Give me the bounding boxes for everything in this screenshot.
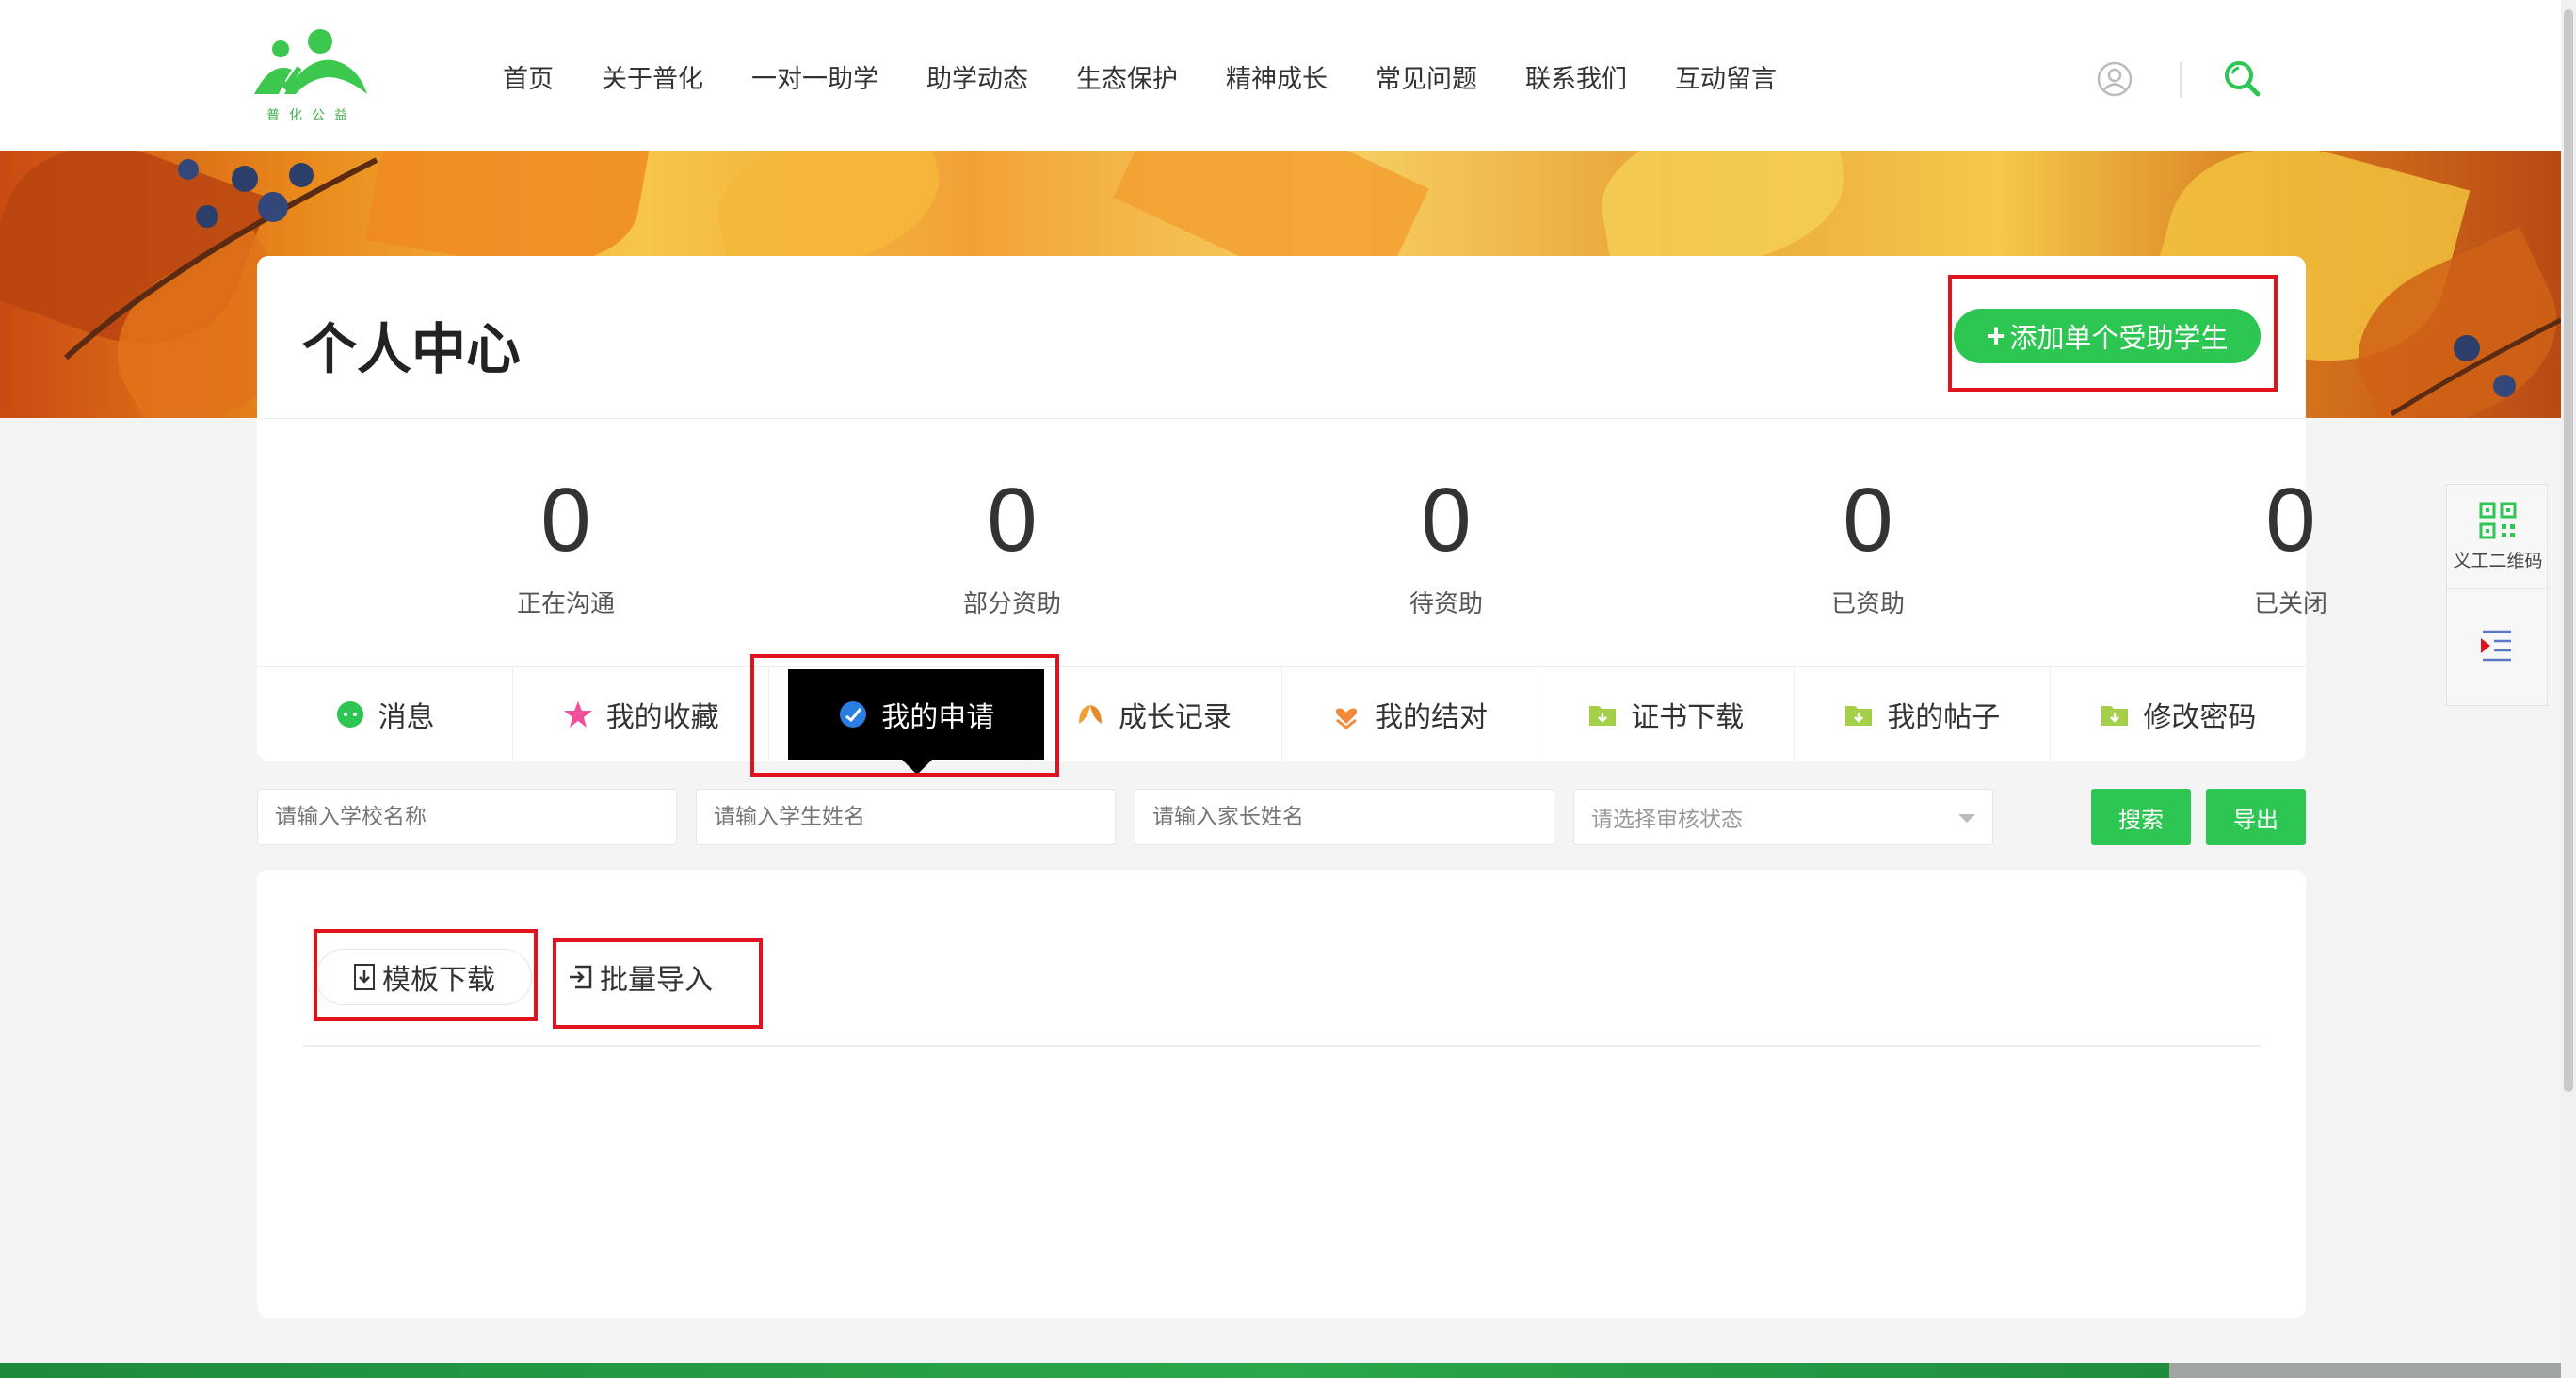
plus-icon: +: [1986, 316, 2006, 355]
profile-card: 个人中心 + 添加单个受助学生: [257, 256, 2306, 418]
tab-label: 我的帖子: [1887, 700, 2001, 734]
import-icon: [570, 965, 592, 989]
school-name-input[interactable]: [257, 789, 677, 845]
add-student-button[interactable]: + 添加单个受助学生: [1954, 309, 2261, 363]
side-float-panel: 义工二维码: [2446, 484, 2549, 706]
review-status-select[interactable]: 请选择审核状态: [1573, 789, 1993, 845]
tab-label: 修改密码: [2143, 700, 2257, 734]
nav-about[interactable]: 关于普化: [602, 58, 703, 95]
user-icon[interactable]: [2096, 60, 2133, 98]
folder-icon: [1845, 705, 1873, 726]
main-nav: 首页 关于普化 一对一助学 助学动态 生态保护 精神成长 常见问题 联系我们 互…: [503, 53, 1825, 100]
search-button[interactable]: 搜索: [2091, 789, 2191, 845]
tab-pairings[interactable]: 我的结对: [1282, 667, 1538, 761]
chevron-down-icon: [1958, 814, 1975, 823]
tab-label: 我的申请: [881, 701, 995, 734]
stat-value: 0: [1421, 470, 1472, 570]
tab-favorites[interactable]: 我的收藏: [513, 667, 770, 761]
parent-name-input[interactable]: [1135, 789, 1554, 845]
template-download-button[interactable]: 模板下载: [315, 949, 532, 1005]
batch-import-button[interactable]: 批量导入: [551, 949, 728, 1005]
stat-label: 已资助: [1830, 590, 1905, 618]
stats-panel: 0 正在沟通 0 部分资助 0 待资助 0 已资助 0 已关闭: [257, 418, 2327, 666]
star-icon: [563, 700, 592, 728]
tab-label: 证书下载: [1631, 700, 1745, 734]
batch-import-label: 批量导入: [600, 964, 713, 997]
tab-label: 消息: [378, 700, 435, 734]
logo-text: 普化公益: [266, 108, 357, 123]
stat-label: 正在沟通: [516, 590, 615, 618]
filter-bar: 请选择审核状态 搜索 导出: [257, 789, 2306, 847]
heart-hand-icon: [1335, 708, 1358, 729]
student-name-input[interactable]: [696, 789, 1116, 845]
applications-panel: 模板下载 批量导入: [257, 870, 2306, 1318]
stat-label: 部分资助: [962, 590, 1061, 618]
nav-ecology[interactable]: 生态保护: [1076, 58, 1178, 95]
nav-contact[interactable]: 联系我们: [1525, 58, 1627, 95]
tab-growth-records[interactable]: 成长记录: [1025, 667, 1282, 761]
tab-change-password[interactable]: 修改密码: [2051, 667, 2306, 761]
nav-home[interactable]: 首页: [503, 58, 554, 95]
side-divider: [2447, 588, 2549, 589]
chat-icon: [336, 700, 363, 728]
add-student-label: 添加单个受助学生: [2009, 324, 2229, 354]
stat-communicating: 0 正在沟通: [425, 475, 707, 619]
stat-closed: 0 已关闭: [2149, 475, 2432, 619]
nav-message[interactable]: 互动留言: [1675, 58, 1777, 95]
site-header: 普化公益 首页 关于普化 一对一助学 助学动态 生态保护 精神成长 常见问题 联…: [0, 0, 2561, 151]
tab-label: 成长记录: [1118, 700, 1232, 734]
page-title: 个人中心: [302, 317, 522, 381]
download-icon: [354, 964, 375, 990]
nav-news[interactable]: 助学动态: [926, 58, 1028, 95]
folder-icon: [2101, 705, 2129, 726]
tab-applications[interactable]: 我的申请: [769, 667, 1045, 775]
site-logo[interactable]: 普化公益: [252, 28, 371, 123]
scrollbar-thumb[interactable]: [2564, 9, 2573, 1092]
select-placeholder: 请选择审核状态: [1591, 808, 1743, 832]
active-tab-caret: [902, 760, 933, 775]
tab-certificates[interactable]: 证书下载: [1538, 667, 1795, 761]
header-divider: [2180, 62, 2182, 98]
apply-icon: [840, 701, 867, 728]
tab-label: 我的结对: [1375, 700, 1489, 734]
stat-partial: 0 部分资助: [871, 475, 1153, 619]
tab-posts[interactable]: 我的帖子: [1795, 667, 2051, 761]
qr-code-label: 义工二维码: [2453, 551, 2543, 571]
content-divider: [302, 1045, 2261, 1047]
folder-icon: [1589, 705, 1617, 726]
stat-value: 0: [540, 470, 591, 570]
profile-tabs: 消息 我的收藏 我的申请 成长记录 我的结对 证书下载 我的帖子 修改密码: [257, 666, 2306, 775]
search-icon[interactable]: [2222, 58, 2263, 100]
tab-label: 我的收藏: [605, 700, 719, 734]
menu-toggle-icon[interactable]: [2477, 626, 2517, 665]
leaf-icon: [1078, 704, 1102, 724]
nav-one-on-one[interactable]: 一对一助学: [751, 58, 878, 95]
template-download-label: 模板下载: [382, 964, 495, 997]
stat-value: 0: [2265, 470, 2316, 570]
qr-code-icon[interactable]: [2479, 502, 2517, 539]
stat-value: 0: [987, 470, 1038, 570]
stat-label: 待资助: [1409, 590, 1483, 618]
nav-growth[interactable]: 精神成长: [1226, 58, 1328, 95]
export-button[interactable]: 导出: [2206, 789, 2306, 845]
stat-label: 已关闭: [2253, 590, 2327, 618]
stat-funded: 0 已资助: [1727, 475, 2009, 619]
footer-strip: [0, 1363, 2561, 1378]
nav-faq[interactable]: 常见问题: [1376, 58, 1477, 95]
page-scrollbar[interactable]: [2561, 0, 2576, 1378]
tab-messages[interactable]: 消息: [257, 667, 514, 761]
stat-pending: 0 待资助: [1305, 475, 1587, 619]
stat-value: 0: [1843, 470, 1893, 570]
active-tab-highlight: 我的申请: [788, 669, 1045, 760]
footer-dark-segment: [2169, 1363, 2561, 1378]
